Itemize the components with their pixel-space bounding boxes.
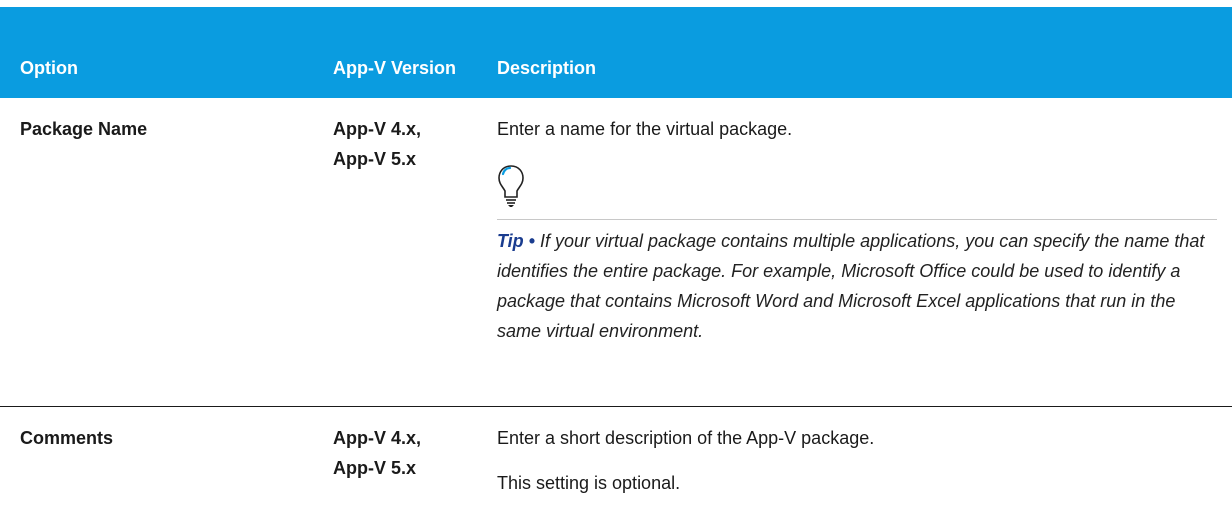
version-line: App-V 4.x,: [333, 119, 422, 139]
tip-block: Tip • If your virtual package contains m…: [497, 164, 1217, 346]
tip-label: Tip •: [497, 231, 535, 251]
header-option: Option: [20, 58, 78, 78]
lightbulb-icon: [498, 165, 524, 207]
option-name: Package Name: [20, 119, 148, 139]
header-description: Description: [497, 58, 597, 78]
description-text: Enter a short description of the App-V p…: [497, 428, 875, 448]
tip-text: Tip • If your virtual package contains m…: [497, 226, 1217, 346]
description-text: Enter a name for the virtual package.: [497, 119, 793, 139]
app-v-version: App-V 4.x, App-V 5.x: [333, 114, 473, 174]
table-header: Option App-V Version Description: [0, 7, 1232, 98]
version-line: App-V 4.x,: [333, 428, 422, 448]
description-note: This setting is optional.: [497, 473, 681, 493]
version-line: App-V 5.x: [333, 458, 417, 478]
app-v-version: App-V 4.x, App-V 5.x: [333, 423, 473, 483]
option-name: Comments: [20, 428, 114, 448]
table-row: Package Name App-V 4.x, App-V 5.x Enter …: [0, 98, 1232, 407]
tip-body: If your virtual package contains multipl…: [497, 231, 1205, 341]
tip-divider: [497, 219, 1217, 220]
header-version: App-V Version: [333, 58, 457, 78]
version-line: App-V 5.x: [333, 149, 417, 169]
table-row: Comments App-V 4.x, App-V 5.x Enter a sh…: [0, 407, 1232, 531]
options-table: Option App-V Version Description Package…: [0, 0, 1232, 531]
